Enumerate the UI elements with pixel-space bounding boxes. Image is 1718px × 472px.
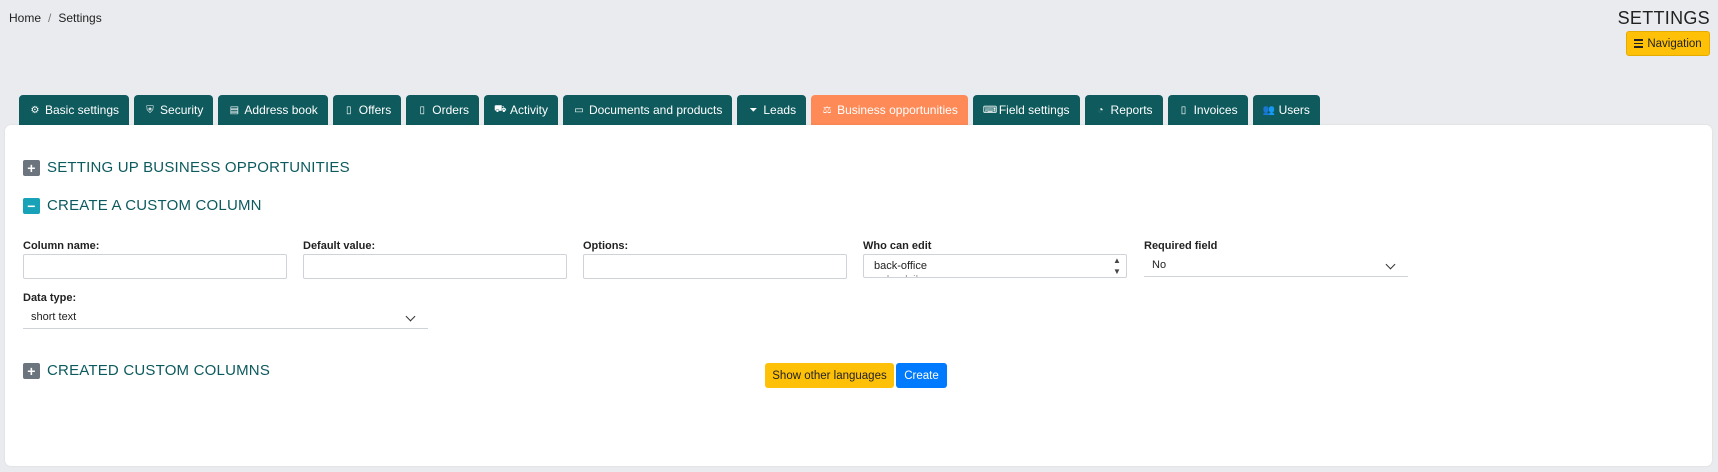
- tab-offers[interactable]: ▯ Offers: [332, 95, 402, 125]
- section-created-header[interactable]: + CREATED CUSTOM COLUMNS: [23, 362, 270, 379]
- tab-label: Business opportunities: [837, 103, 958, 117]
- tab-label: Invoices: [1193, 103, 1238, 117]
- who-can-edit-select[interactable]: back-office mdandzik ▲▼: [863, 254, 1127, 278]
- who-can-edit-label: Who can edit: [863, 240, 932, 252]
- expand-icon: +: [23, 159, 40, 176]
- required-field-label: Required field: [1144, 240, 1218, 252]
- tab-security[interactable]: ⛨ Security: [134, 95, 214, 125]
- keyboard-icon: ⌨: [982, 104, 998, 116]
- required-field-select[interactable]: No: [1144, 254, 1408, 277]
- truck-icon: ⛟: [493, 103, 507, 115]
- tab-label: Documents and products: [588, 103, 723, 117]
- data-type-label: Data type:: [23, 292, 77, 304]
- breadcrumb-home-link[interactable]: Home: [9, 11, 41, 25]
- address-card-icon: ▤: [229, 104, 240, 116]
- default-value-label: Default value:: [303, 240, 376, 252]
- pie-chart-icon: ◔: [1097, 104, 1104, 116]
- tab-label: Users: [1278, 103, 1310, 117]
- tab-label: Leads: [763, 103, 797, 117]
- breadcrumb-separator: /: [48, 11, 52, 25]
- navigation-button[interactable]: Navigation: [1626, 31, 1710, 56]
- bars-icon: [1634, 39, 1644, 48]
- section-create-title: CREATE A CUSTOM COLUMN: [47, 197, 262, 214]
- file-icon: ▯: [419, 104, 426, 116]
- tab-basic-settings[interactable]: ⚙ Basic settings: [19, 95, 130, 125]
- shield-icon: ⛨: [146, 104, 154, 116]
- collapse-icon: −: [23, 197, 40, 214]
- tab-orders[interactable]: ▯ Orders: [406, 95, 479, 125]
- invoice-icon: ▯: [1180, 104, 1187, 116]
- tab-reports[interactable]: ◔ Reports: [1084, 95, 1163, 125]
- breadcrumb: Home / Settings: [9, 11, 102, 25]
- tab-label: Field settings: [998, 103, 1070, 117]
- section-setup-header[interactable]: + SETTING UP BUSINESS OPPORTUNITIES: [23, 159, 350, 176]
- who-can-edit-option[interactable]: back-office: [874, 260, 1126, 272]
- tab-label: Reports: [1110, 103, 1153, 117]
- tab-users[interactable]: 👥 Users: [1252, 95, 1320, 125]
- folder-open-icon: ▭: [574, 104, 584, 116]
- tab-label: Address book: [244, 103, 318, 117]
- scroll-arrows-icon[interactable]: ▲ ▼: [1110, 256, 1124, 276]
- balance-scale-icon: ⚖: [822, 104, 832, 116]
- data-type-value: short text: [31, 311, 77, 323]
- default-value-input[interactable]: [303, 254, 567, 279]
- chevron-down-icon: [405, 311, 416, 322]
- navigation-button-label: Navigation: [1647, 37, 1702, 50]
- settings-tabs: ⚙ Basic settings ⛨ Security ▤ Address book …: [19, 95, 1320, 125]
- data-type-select[interactable]: short text: [23, 306, 428, 329]
- tab-activity[interactable]: ⛟ Activity: [483, 95, 558, 125]
- breadcrumb-current: Settings: [58, 11, 102, 25]
- tab-address-book[interactable]: ▤ Address book: [218, 95, 328, 125]
- tab-label: Activity: [509, 103, 548, 117]
- required-field-value: No: [1152, 259, 1167, 271]
- who-can-edit-option[interactable]: mdandzik: [874, 274, 1126, 277]
- column-name-label: Column name:: [23, 240, 100, 252]
- tab-invoices[interactable]: ▯ Invoices: [1167, 95, 1248, 125]
- funnel-icon: ⏷: [749, 104, 758, 116]
- show-other-languages-button[interactable]: Show other languages: [765, 363, 894, 388]
- section-created-title: CREATED CUSTOM COLUMNS: [47, 362, 271, 379]
- tab-label: Orders: [432, 103, 469, 117]
- tab-label: Basic settings: [45, 103, 120, 117]
- section-create-header[interactable]: − CREATE A CUSTOM COLUMN: [23, 197, 262, 214]
- tab-documents-and-products[interactable]: ▭ Documents and products: [562, 95, 733, 125]
- expand-icon: +: [23, 362, 40, 379]
- tab-label: Security: [160, 103, 204, 117]
- page-title: SETTINGS: [1617, 8, 1710, 28]
- create-button[interactable]: Create: [896, 363, 947, 388]
- tab-label: Offers: [358, 103, 392, 117]
- users-icon: 👥: [1262, 104, 1276, 116]
- options-label: Options:: [583, 240, 629, 252]
- options-input[interactable]: [583, 254, 847, 279]
- settings-card: + SETTING UP BUSINESS OPPORTUNITIES − CR…: [5, 125, 1712, 466]
- cogs-icon: ⚙: [30, 104, 40, 116]
- chevron-down-icon: [1385, 259, 1396, 270]
- column-name-input[interactable]: [23, 254, 287, 279]
- tab-business-opportunities[interactable]: ⚖ Business opportunities: [811, 95, 968, 125]
- section-setup-title: SETTING UP BUSINESS OPPORTUNITIES: [47, 159, 350, 176]
- file-icon: ▯: [346, 104, 352, 116]
- tab-leads[interactable]: ⏷ Leads: [737, 95, 807, 125]
- tab-field-settings[interactable]: ⌨ Field settings: [972, 95, 1080, 125]
